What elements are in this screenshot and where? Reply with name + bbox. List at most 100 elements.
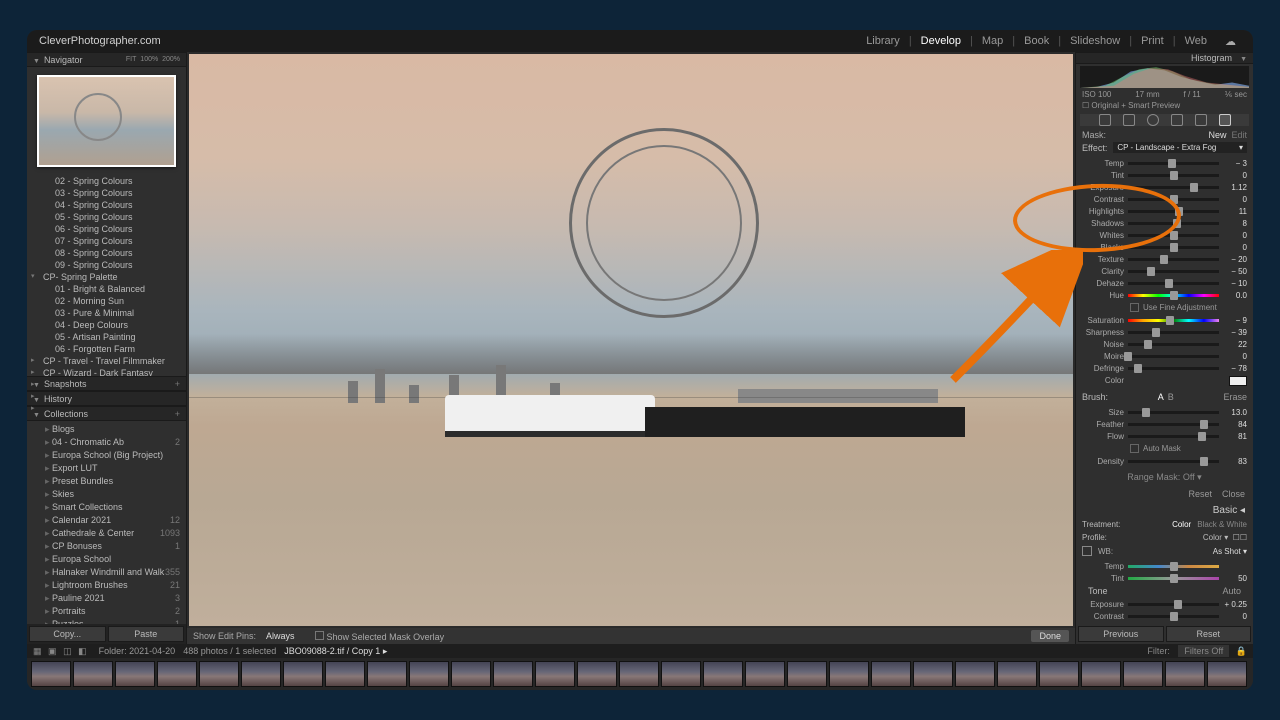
slider-tint[interactable]: Tint50 xyxy=(1082,572,1247,584)
filmstrip-thumb[interactable]: 32 xyxy=(1165,661,1205,687)
filmstrip-thumb[interactable]: 10 xyxy=(241,661,281,687)
slider-defringe[interactable]: Defringe− 78 xyxy=(1082,362,1247,374)
filmstrip-thumb[interactable]: 33 xyxy=(1207,661,1247,687)
preset-item[interactable]: 09 - Spring Colours xyxy=(27,259,186,271)
preset-item[interactable]: 06 - Spring Colours xyxy=(27,223,186,235)
color-swatch[interactable] xyxy=(1229,376,1247,386)
filmstrip-thumb[interactable]: 25 xyxy=(871,661,911,687)
filmstrip-thumb[interactable]: 20 xyxy=(661,661,701,687)
collection-item[interactable]: Calendar 202112 xyxy=(27,514,186,527)
slider-density[interactable]: Density83 xyxy=(1082,455,1247,467)
preset-item[interactable]: 06 - Forgotten Farm xyxy=(27,343,186,355)
gradient-tool-icon[interactable] xyxy=(1171,114,1183,126)
grid-view-icon[interactable]: ▦ xyxy=(33,646,42,656)
filmstrip-thumb[interactable]: 7 xyxy=(115,661,155,687)
slider-dehaze[interactable]: Dehaze− 10 xyxy=(1082,277,1247,289)
filmstrip-thumb[interactable]: 18 xyxy=(577,661,617,687)
snapshots-header[interactable]: Snapshots+ xyxy=(27,376,186,391)
collection-item[interactable]: Halnaker Windmill and Walk355 xyxy=(27,566,186,579)
filmstrip[interactable]: 5678910111213141516171819202122232425262… xyxy=(27,658,1253,690)
radial-tool-icon[interactable] xyxy=(1195,114,1207,126)
filmstrip-thumb[interactable]: 6 xyxy=(73,661,113,687)
filmstrip-thumb[interactable]: 22 xyxy=(745,661,785,687)
slider-contrast[interactable]: Contrast0 xyxy=(1082,193,1247,205)
collection-item[interactable]: Smart Collections xyxy=(27,501,186,514)
crop-tool-icon[interactable] xyxy=(1099,114,1111,126)
local-close[interactable]: Close xyxy=(1222,489,1245,499)
show-pins-mode[interactable]: Always xyxy=(266,631,295,641)
collections-header[interactable]: Collections+ xyxy=(27,406,186,421)
filmstrip-thumb[interactable]: 21 xyxy=(703,661,743,687)
filmstrip-thumb[interactable]: 13 xyxy=(367,661,407,687)
preset-item[interactable]: 04 - Deep Colours xyxy=(27,319,186,331)
brush-a[interactable]: A xyxy=(1158,392,1164,402)
cloud-sync-icon[interactable]: ☁ xyxy=(1220,35,1241,48)
histogram[interactable] xyxy=(1080,66,1249,88)
brush-erase[interactable]: Erase xyxy=(1223,392,1247,402)
slider-shadows[interactable]: Shadows8 xyxy=(1082,217,1247,229)
wb-dropdown[interactable]: As Shot ▾ xyxy=(1213,547,1247,556)
preset-item[interactable]: 01 - Bright & Balanced xyxy=(27,283,186,295)
collection-item[interactable]: Lightroom Brushes21 xyxy=(27,579,186,592)
range-mask[interactable]: Range Mask: Off ▾ xyxy=(1076,469,1253,486)
preset-item[interactable]: 04 - Spring Colours xyxy=(27,199,186,211)
collections-list[interactable]: Blogs04 - Chromatic Ab2Europa School (Bi… xyxy=(27,421,186,624)
slider-contrast[interactable]: Contrast0 xyxy=(1082,610,1247,622)
reset-button[interactable]: Reset xyxy=(1166,626,1252,642)
spot-tool-icon[interactable] xyxy=(1123,114,1135,126)
collection-item[interactable]: 04 - Chromatic Ab2 xyxy=(27,436,186,449)
brush-tool-icon[interactable] xyxy=(1219,114,1231,126)
collection-item[interactable]: Pauline 20213 xyxy=(27,592,186,605)
filmstrip-thumb[interactable]: 8 xyxy=(157,661,197,687)
slider-tint[interactable]: Tint0 xyxy=(1082,169,1247,181)
slider-whites[interactable]: Whites0 xyxy=(1082,229,1247,241)
effect-preset-dropdown[interactable]: CP - Landscape - Extra Fog▾ xyxy=(1113,142,1247,153)
history-header[interactable]: History xyxy=(27,391,186,406)
slider-highlights[interactable]: Highlights11 xyxy=(1082,205,1247,217)
filmstrip-thumb[interactable]: 11 xyxy=(283,661,323,687)
survey-view-icon[interactable]: ◧ xyxy=(78,646,87,656)
filmstrip-thumb[interactable]: 30 xyxy=(1081,661,1121,687)
preset-item[interactable]: 05 - Artisan Painting xyxy=(27,331,186,343)
preset-item[interactable]: CP- Spring Palette xyxy=(27,271,186,283)
filmstrip-thumb[interactable]: 16 xyxy=(493,661,533,687)
filmstrip-thumb[interactable]: 23 xyxy=(787,661,827,687)
brush-b[interactable]: B xyxy=(1168,392,1174,402)
filmstrip-thumb[interactable]: 28 xyxy=(997,661,1037,687)
status-filename[interactable]: JBO09088-2.tif / Copy 1 ▸ xyxy=(284,646,387,657)
mask-edit[interactable]: Edit xyxy=(1231,130,1247,140)
redeye-tool-icon[interactable] xyxy=(1147,114,1159,126)
slider-feather[interactable]: Feather84 xyxy=(1082,418,1247,430)
collection-item[interactable]: Portraits2 xyxy=(27,605,186,618)
local-reset[interactable]: Reset xyxy=(1188,489,1212,499)
preset-item[interactable]: 02 - Morning Sun xyxy=(27,295,186,307)
slider-exposure[interactable]: Exposure+ 0.25 xyxy=(1082,598,1247,610)
slider-moire[interactable]: Moire0 xyxy=(1082,350,1247,362)
module-map[interactable]: Map xyxy=(977,35,1008,47)
mask-new[interactable]: New xyxy=(1208,130,1226,140)
collection-item[interactable]: Export LUT xyxy=(27,462,186,475)
preset-item[interactable]: CP - Wizard - Dark Fantasy xyxy=(27,367,186,376)
overlay-checkbox[interactable] xyxy=(315,631,324,640)
filmstrip-thumb[interactable]: 29 xyxy=(1039,661,1079,687)
tone-auto[interactable]: Auto xyxy=(1222,586,1241,596)
collection-item[interactable]: Europa School xyxy=(27,553,186,566)
collection-item[interactable]: CP Bonuses1 xyxy=(27,540,186,553)
collection-item[interactable]: Skies xyxy=(27,488,186,501)
slider-texture[interactable]: Texture− 20 xyxy=(1082,253,1247,265)
copy-button[interactable]: Copy... xyxy=(29,626,106,642)
done-button[interactable]: Done xyxy=(1031,630,1069,642)
wb-dropper-icon[interactable] xyxy=(1082,546,1092,556)
filmstrip-thumb[interactable]: 24 xyxy=(829,661,869,687)
preset-item[interactable]: CP - Travel - Travel Filmmaker xyxy=(27,355,186,367)
treatment-color[interactable]: Color xyxy=(1172,520,1191,529)
slider-exposure[interactable]: Exposure1.12 xyxy=(1082,181,1247,193)
filters-toggle[interactable]: Filters Off xyxy=(1178,645,1229,657)
preset-item[interactable]: 07 - Spring Colours xyxy=(27,235,186,247)
collection-item[interactable]: Cathedrale & Center1093 xyxy=(27,527,186,540)
preset-item[interactable]: 08 - Spring Colours xyxy=(27,247,186,259)
slider-size[interactable]: Size13.0 xyxy=(1082,406,1247,418)
compare-view-icon[interactable]: ◫ xyxy=(63,646,72,656)
previous-button[interactable]: Previous xyxy=(1078,626,1164,642)
navigator-header[interactable]: Navigator FIT 100% 200% xyxy=(27,52,186,67)
